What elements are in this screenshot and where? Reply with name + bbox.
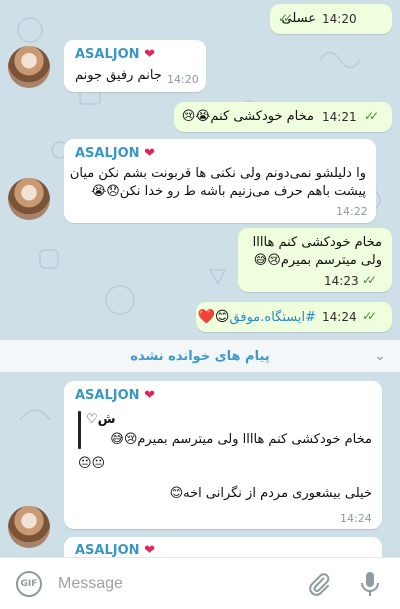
reply-quote-emoji: 😐😐 (78, 456, 106, 471)
double-check-icon: ✓✓ (362, 273, 377, 287)
message-bubble-outgoing[interactable]: عسلی 14:20 ✓✓ (270, 4, 392, 34)
message-bubble-outgoing[interactable]: #ایستگاه.موفق😊❤️ 14:24 ✓✓ (196, 302, 392, 332)
message-time: 14:23 (324, 274, 359, 288)
message-text: خیلی بیشعوری مردم از نگرانی اخه😊 (169, 486, 372, 501)
message-input[interactable] (58, 571, 278, 597)
double-check-icon: ✓✓ (278, 11, 293, 25)
sender-name[interactable]: ASALJON ❤ (75, 388, 155, 403)
double-check-icon: ✓✓ (362, 309, 377, 323)
message-text: جانم رفیق جونم (75, 68, 162, 83)
message-time: 14:20 (322, 12, 357, 26)
chevron-down-icon[interactable]: ⌄ (374, 348, 386, 364)
reply-quote-author: ♡ﺵ (86, 412, 116, 427)
reply-quote-bar (78, 411, 81, 449)
sender-name[interactable]: ASALJON ❤ (75, 146, 155, 161)
avatar[interactable] (8, 46, 50, 88)
gif-icon-label: GIF (20, 579, 38, 589)
message-text: مخام خودکشی کنم😭😢 (181, 109, 314, 124)
message-text-line: ولی میترسم بمیرم😢😅 (253, 253, 382, 268)
sender-name[interactable]: ASALJON ❤ (75, 543, 155, 558)
message-bubble-incoming[interactable]: ASALJON ❤ ♡ﺵ مخام خودکشی کنم هاااا ولی م… (64, 381, 382, 529)
heart-icon: ❤ (144, 543, 155, 558)
message-bubble-outgoing[interactable]: مخام خودکشی کنم هاااا ولی میترسم بمیرم😢😅… (238, 228, 392, 292)
unread-divider-label: پیام های خوانده نشده (130, 348, 270, 364)
message-time: 14:21 (322, 110, 357, 124)
reply-quote-text[interactable]: مخام خودکشی کنم هاااا ولی میترسم بمیرم😢😅 (110, 431, 372, 449)
message-bubble-incoming[interactable]: ASALJON ❤ وا دلیلشو نمی‌دونم ولی نکنی ها… (64, 139, 376, 223)
avatar[interactable] (8, 506, 50, 548)
microphone-icon[interactable] (358, 570, 382, 598)
message-time: 14:24 (322, 310, 357, 324)
paperclip-icon[interactable] (307, 572, 331, 596)
double-check-icon: ✓✓ (364, 109, 379, 123)
heart-icon: ❤ (144, 47, 155, 62)
message-text: #ایستگاه.موفق😊❤️ (198, 308, 317, 327)
message-bubble-incoming[interactable]: ASALJON ❤ جانم رفیق جونم 14:20 (64, 40, 206, 92)
hashtag-link[interactable]: #ایستگاه.موفق (230, 310, 316, 325)
message-time: 14:24 (340, 512, 372, 525)
avatar[interactable] (8, 178, 50, 220)
message-time: 14:20 (167, 73, 199, 86)
sender-name[interactable]: ASALJON ❤ (75, 47, 155, 62)
message-text-line: مخام خودکشی کنم هاااا (252, 235, 382, 250)
heart-icon: ❤ (144, 146, 155, 161)
message-text-line: پیشت باهم حرف می‌زنیم باشه ط رو خدا نکن😞… (91, 184, 366, 199)
gif-button[interactable]: GIF (16, 571, 42, 597)
heart-icon: ❤ (144, 388, 155, 403)
message-time: 14:22 (336, 205, 368, 218)
message-text-line: وا دلیلشو نمی‌دونم ولی نکنی ها قربونت بش… (69, 166, 366, 181)
unread-messages-divider: پیام های خوانده نشده ⌄ (0, 340, 400, 372)
message-bubble-outgoing[interactable]: مخام خودکشی کنم😭😢 14:21 ✓✓ (174, 102, 392, 132)
emoji: 😊❤️ (197, 309, 230, 325)
message-input-bar: GIF (0, 557, 400, 609)
